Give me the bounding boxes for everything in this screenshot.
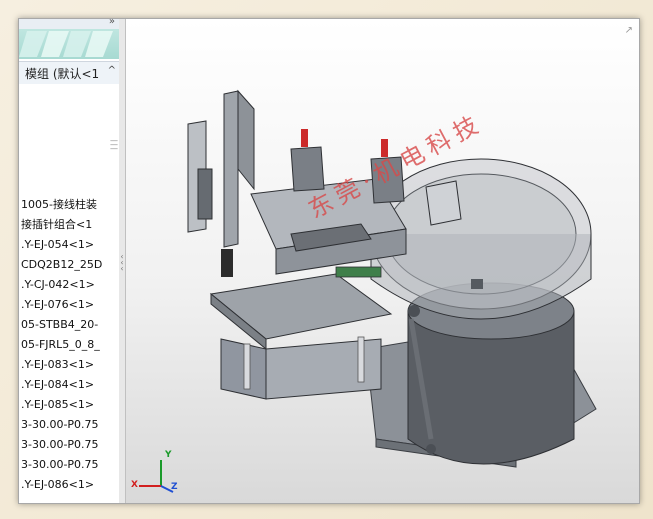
configuration-label: 模组 (默认<1 — [25, 67, 100, 81]
configuration-selector[interactable]: 模组 (默认<1 ^ — [19, 61, 119, 85]
axis-x-label: X — [131, 480, 138, 490]
tree-item[interactable]: 05-STBB4_20- — [19, 315, 119, 335]
tree-item[interactable]: .Y-EJ-084<1> — [19, 375, 119, 395]
tree-item[interactable]: 3-30.00-P0.75 — [19, 415, 119, 435]
expand-arrow-icon[interactable]: ↗ — [625, 25, 633, 36]
logo-banner — [19, 29, 119, 59]
chevron-up-icon[interactable]: ^ — [108, 65, 116, 76]
clamp-handle-left — [301, 129, 308, 147]
axis-triad: Y X Z — [131, 450, 181, 494]
tree-item[interactable]: CDQ2B12_25D — [19, 255, 119, 275]
tree-item[interactable]: .Y-EJ-086<1> — [19, 475, 119, 495]
resize-grip-icon[interactable]: — — — — [110, 137, 118, 153]
axis-z-label: Z — [171, 482, 178, 492]
axis-y-label: Y — [165, 450, 172, 460]
feature-tree-panel: » 模组 (默认<1 ^ — — — 1005-接线柱装 接插针组合<1 .Y-… — [19, 19, 120, 503]
tree-item[interactable]: 05-FJRL5_0_8_ — [19, 335, 119, 355]
tree-item[interactable]: .Y-CJ-042<1> — [19, 275, 119, 295]
tree-item[interactable]: 3-30.00-P0.75 — [19, 455, 119, 475]
tree-item[interactable]: 接插针组合<1 — [19, 215, 119, 235]
tree-item[interactable]: .Y-EJ-085<1> — [19, 395, 119, 415]
tree-item[interactable]: .Y-EJ-054<1> — [19, 235, 119, 255]
tree-blank-area — [19, 84, 119, 194]
graphics-viewport[interactable]: 东莞·机电科技 Y X Z ↗ — [126, 19, 639, 503]
cad-window: » 模组 (默认<1 ^ — — — 1005-接线柱装 接插针组合<1 .Y-… — [18, 18, 640, 504]
splitter-arrows-icon[interactable]: ‹ ‹ ‹ — [119, 253, 125, 278]
panel-splitter[interactable]: ‹ ‹ ‹ — [119, 19, 126, 503]
brand-logo-icon — [19, 31, 113, 57]
tree-item[interactable]: 3-30.00-P0.75 — [19, 435, 119, 455]
collapse-arrows-icon[interactable]: » — [109, 19, 115, 27]
tree-item[interactable]: 1005-接线柱装 — [19, 195, 119, 215]
tree-item[interactable]: .Y-EJ-076<1> — [19, 295, 119, 315]
assembly-model — [187, 89, 597, 468]
feature-tree-list: 1005-接线柱装 接插针组合<1 .Y-EJ-054<1> CDQ2B12_2… — [19, 195, 119, 495]
tree-item[interactable]: .Y-EJ-083<1> — [19, 355, 119, 375]
